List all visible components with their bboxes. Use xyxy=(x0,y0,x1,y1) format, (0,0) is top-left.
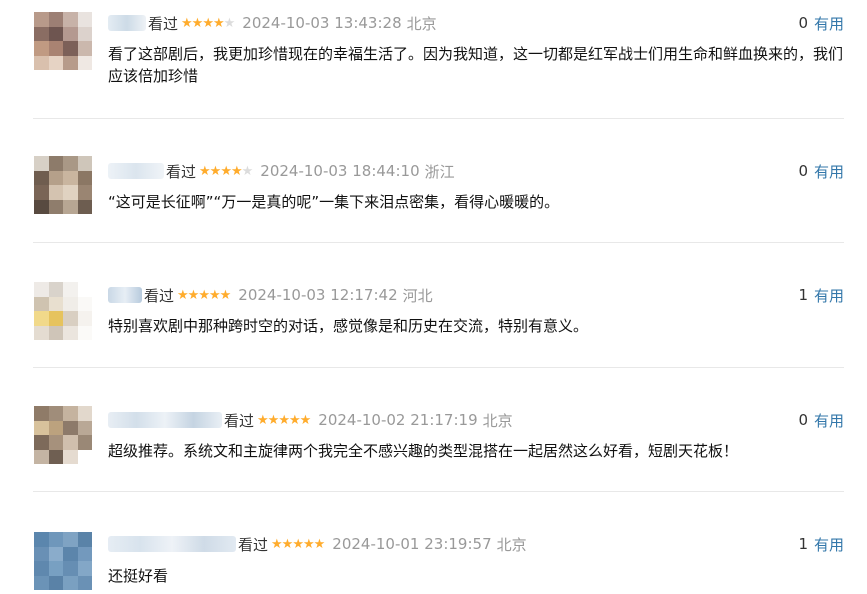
star-filled-icon: ★ xyxy=(302,536,315,552)
comment-location: 河北 xyxy=(402,286,433,305)
avatar[interactable] xyxy=(34,282,92,340)
avatar[interactable] xyxy=(34,532,92,590)
comment-header: 看过 ★ ★ ★ ★ ★ 2024-10-03 12:17:42 河北 xyxy=(108,285,433,305)
star-filled-icon: ★ xyxy=(202,15,214,31)
star-filled-icon: ★ xyxy=(177,287,189,303)
vote-count: 0 xyxy=(798,14,808,32)
rating-stars: ★ ★ ★ ★ ★ xyxy=(199,163,254,179)
username-blurred[interactable] xyxy=(108,536,236,552)
star-filled-icon: ★ xyxy=(208,287,221,303)
comment-time: 2024-10-01 23:19:57 xyxy=(332,535,492,553)
seen-label: 看过 xyxy=(144,286,175,305)
star-filled-icon: ★ xyxy=(281,536,294,552)
username-blurred[interactable] xyxy=(108,15,146,31)
rating-stars: ★ ★ ★ ★ ★ xyxy=(271,536,326,552)
star-filled-icon: ★ xyxy=(181,15,193,31)
star-filled-icon: ★ xyxy=(191,15,204,31)
star-filled-icon: ★ xyxy=(278,412,290,428)
useful-button[interactable]: 有用 xyxy=(814,285,844,306)
rating-stars: ★ ★ ★ ★ ★ xyxy=(257,412,312,428)
star-filled-icon: ★ xyxy=(199,163,211,179)
star-empty-icon: ★ xyxy=(223,15,236,31)
vote-area: 1 有用 xyxy=(798,285,844,305)
comment-location: 浙江 xyxy=(424,162,455,181)
comment-time: 2024-10-03 12:17:42 xyxy=(238,286,398,304)
star-filled-icon: ★ xyxy=(187,287,200,303)
useful-button[interactable]: 有用 xyxy=(814,534,844,555)
comment-location: 北京 xyxy=(496,535,527,554)
comment-location: 北京 xyxy=(406,14,437,33)
divider xyxy=(33,118,844,119)
star-empty-icon: ★ xyxy=(241,163,254,179)
vote-area: 0 有用 xyxy=(798,410,844,430)
comment-text: 特别喜欢剧中那种跨时空的对话，感觉像是和历史在交流，特别有意义。 xyxy=(108,317,589,335)
vote-count: 1 xyxy=(798,286,808,304)
seen-label: 看过 xyxy=(166,162,197,181)
vote-count: 1 xyxy=(798,535,808,553)
vote-count: 0 xyxy=(798,411,808,429)
star-filled-icon: ★ xyxy=(212,15,225,31)
useful-button[interactable]: 有用 xyxy=(814,161,844,182)
username-blurred[interactable] xyxy=(108,412,222,428)
comment-text: 超级推荐。系统文和主旋律两个我完全不感兴趣的类型混搭在一起居然这么好看，短剧天花… xyxy=(108,442,739,460)
avatar[interactable] xyxy=(34,12,92,70)
username-blurred[interactable] xyxy=(108,163,164,179)
rating-stars: ★ ★ ★ ★ ★ xyxy=(177,287,232,303)
seen-label: 看过 xyxy=(148,14,179,33)
comment-header: 看过 ★ ★ ★ ★ ★ 2024-10-01 23:19:57 北京 xyxy=(108,534,527,554)
star-filled-icon: ★ xyxy=(299,412,312,428)
avatar[interactable] xyxy=(34,406,92,464)
star-filled-icon: ★ xyxy=(209,163,222,179)
useful-button[interactable]: 有用 xyxy=(814,410,844,431)
star-filled-icon: ★ xyxy=(313,536,326,552)
star-filled-icon: ★ xyxy=(257,412,269,428)
useful-button[interactable]: 有用 xyxy=(814,13,844,34)
vote-area: 1 有用 xyxy=(798,534,844,554)
comment-location: 北京 xyxy=(482,411,513,430)
comment-text: 还挺好看 xyxy=(108,567,169,585)
seen-label: 看过 xyxy=(224,411,255,430)
star-filled-icon: ★ xyxy=(198,287,210,303)
star-filled-icon: ★ xyxy=(267,412,280,428)
avatar[interactable] xyxy=(34,156,92,214)
comment-text: “这可是长征啊”“万一是真的呢”一集下来泪点密集，看得心暖暖的。 xyxy=(108,193,560,211)
rating-stars: ★ ★ ★ ★ ★ xyxy=(181,15,236,31)
star-filled-icon: ★ xyxy=(271,536,283,552)
comment-time: 2024-10-03 18:44:10 xyxy=(260,162,420,180)
vote-area: 0 有用 xyxy=(798,161,844,181)
comment-text: 看了这部剧后，我更加珍惜现在的幸福生活了。因为我知道，这一切都是红军战士们用生命… xyxy=(108,45,844,85)
vote-area: 0 有用 xyxy=(798,13,844,33)
vote-count: 0 xyxy=(798,162,808,180)
seen-label: 看过 xyxy=(238,535,269,554)
username-blurred[interactable] xyxy=(108,287,142,303)
divider xyxy=(33,367,844,368)
comment-time: 2024-10-02 21:17:19 xyxy=(318,411,478,429)
comment-time: 2024-10-03 13:43:28 xyxy=(242,14,402,32)
star-filled-icon: ★ xyxy=(230,163,243,179)
star-filled-icon: ★ xyxy=(220,163,232,179)
star-filled-icon: ★ xyxy=(288,412,301,428)
divider xyxy=(33,242,844,243)
comment-header: 看过 ★ ★ ★ ★ ★ 2024-10-02 21:17:19 北京 xyxy=(108,410,513,430)
comment-header: 看过 ★ ★ ★ ★ ★ 2024-10-03 18:44:10 浙江 xyxy=(108,161,455,181)
divider xyxy=(33,491,844,492)
star-filled-icon: ★ xyxy=(292,536,304,552)
star-filled-icon: ★ xyxy=(219,287,232,303)
comment-header: 看过 ★ ★ ★ ★ ★ 2024-10-03 13:43:28 北京 xyxy=(108,13,437,33)
